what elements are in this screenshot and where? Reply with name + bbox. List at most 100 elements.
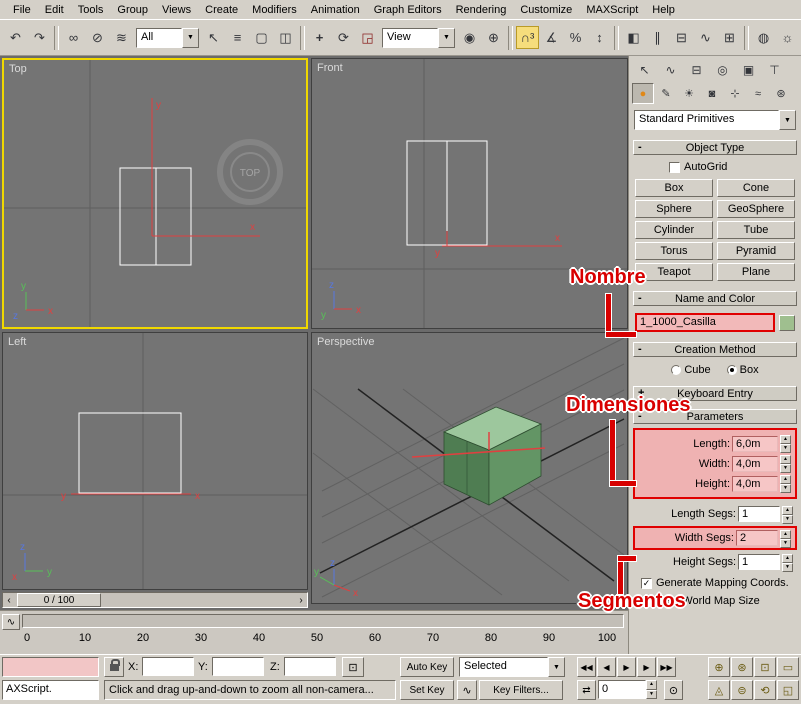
viewport-left[interactable]: y x z y x Left bbox=[2, 332, 308, 590]
select-object-icon[interactable]: ↖ bbox=[202, 26, 225, 49]
new-key-tangent-icon[interactable]: ∿ bbox=[457, 680, 477, 700]
maxscript-listener[interactable]: AXScript. bbox=[2, 680, 99, 700]
time-slider-prev-icon[interactable]: ‹ bbox=[3, 593, 15, 607]
category-cameras-icon[interactable]: ◙ bbox=[701, 83, 723, 104]
category-systems-icon[interactable]: ⊛ bbox=[770, 83, 792, 104]
length-spinner[interactable]: ▲▼ bbox=[780, 435, 791, 452]
angle-snap-toggle-icon[interactable]: ∡ bbox=[540, 26, 563, 49]
selection-lock-button[interactable] bbox=[104, 657, 124, 677]
height-input[interactable]: 4,0m bbox=[732, 476, 778, 492]
redo-icon[interactable]: ↷ bbox=[28, 26, 51, 49]
minmax-toggle-icon[interactable]: ◱ bbox=[777, 680, 799, 700]
width-segs-spinner[interactable]: ▲▼ bbox=[780, 530, 791, 547]
radio-cube[interactable] bbox=[671, 365, 681, 375]
time-configuration-icon[interactable]: ⊙ bbox=[664, 680, 683, 700]
width-input[interactable]: 4,0m bbox=[732, 456, 778, 472]
chevron-down-icon[interactable]: ▼ bbox=[779, 110, 796, 130]
selection-filter-dropdown[interactable]: All ▼ bbox=[136, 28, 199, 48]
sphere-button[interactable]: Sphere bbox=[635, 200, 713, 218]
unlink-selection-icon[interactable]: ⊘ bbox=[86, 26, 109, 49]
select-by-name-icon[interactable]: ≡ bbox=[226, 26, 249, 49]
tab-hierarchy-icon[interactable]: ⊟ bbox=[684, 59, 709, 81]
creation-method-cube[interactable]: Cube bbox=[671, 364, 710, 376]
align-icon[interactable]: ∥ bbox=[646, 26, 669, 49]
tab-motion-icon[interactable]: ◎ bbox=[710, 59, 735, 81]
rollout-toggle[interactable]: - bbox=[638, 141, 642, 153]
box-wireframe-top[interactable] bbox=[120, 168, 191, 265]
left-viewport-canvas[interactable]: y x z y x bbox=[3, 333, 307, 589]
pan-icon[interactable]: ⊜ bbox=[731, 680, 753, 700]
category-geometry-icon[interactable]: ● bbox=[632, 83, 654, 104]
autogrid-checkbox[interactable] bbox=[669, 162, 680, 173]
rollout-name-and-color[interactable]: - Name and Color bbox=[633, 291, 797, 306]
geosphere-button[interactable]: GeoSphere bbox=[717, 200, 795, 218]
bind-to-space-warp-icon[interactable]: ≋ bbox=[110, 26, 133, 49]
zoom-icon[interactable]: ⊕ bbox=[708, 657, 730, 677]
percent-snap-toggle-icon[interactable]: % bbox=[564, 26, 587, 49]
go-to-start-button[interactable]: ◀◀ bbox=[577, 657, 596, 677]
height-segs-spinner[interactable]: ▲▼ bbox=[782, 554, 793, 571]
axis-gizmo[interactable]: y x bbox=[152, 98, 260, 236]
zoom-all-icon[interactable]: ⊛ bbox=[731, 657, 753, 677]
layer-manager-icon[interactable]: ⊟ bbox=[670, 26, 693, 49]
next-frame-button[interactable]: ▶ bbox=[637, 657, 656, 677]
box-wireframe-front[interactable] bbox=[407, 141, 487, 245]
key-mode-toggle-icon[interactable]: ⇄ bbox=[577, 680, 596, 700]
viewport-label-front[interactable]: Front bbox=[317, 62, 343, 74]
select-and-move-icon[interactable]: + bbox=[308, 26, 331, 49]
pyramid-button[interactable]: Pyramid bbox=[717, 242, 795, 260]
rollout-toggle[interactable]: - bbox=[638, 343, 642, 355]
macro-recorder-box[interactable] bbox=[2, 657, 99, 677]
viewport-top[interactable]: y x TOP y x z Top bbox=[2, 58, 308, 329]
viewport-label-perspective[interactable]: Perspective bbox=[317, 336, 374, 348]
track-bar[interactable]: ∿ 0 10 20 30 40 50 60 70 80 90 100 bbox=[0, 610, 628, 654]
radio-box[interactable] bbox=[727, 365, 737, 375]
arc-rotate-icon[interactable]: ⟲ bbox=[754, 680, 776, 700]
time-slider-track[interactable] bbox=[101, 593, 295, 607]
primitive-type-dropdown[interactable]: Standard Primitives ▼ bbox=[634, 110, 796, 130]
rollout-toggle[interactable]: - bbox=[638, 292, 642, 304]
frame-spinner[interactable]: ▲▼ bbox=[646, 680, 657, 699]
length-segs-spinner[interactable]: ▲▼ bbox=[782, 506, 793, 523]
menu-tools[interactable]: Tools bbox=[71, 2, 111, 18]
window-crossing-toggle-icon[interactable]: ◫ bbox=[274, 26, 297, 49]
undo-icon[interactable]: ↶ bbox=[4, 26, 27, 49]
menu-graph-editors[interactable]: Graph Editors bbox=[367, 2, 449, 18]
menu-views[interactable]: Views bbox=[155, 2, 198, 18]
menu-file[interactable]: File bbox=[6, 2, 38, 18]
length-segs-input[interactable]: 1 bbox=[738, 506, 780, 522]
viewport-label-left[interactable]: Left bbox=[8, 336, 26, 348]
set-key-button[interactable]: Set Key bbox=[400, 680, 454, 700]
schematic-view-icon[interactable]: ⊞ bbox=[718, 26, 741, 49]
track-bar-strip[interactable] bbox=[22, 614, 624, 628]
material-editor-icon[interactable]: ◍ bbox=[752, 26, 775, 49]
category-shapes-icon[interactable]: ✎ bbox=[655, 83, 677, 104]
tube-button[interactable]: Tube bbox=[717, 221, 795, 239]
key-mode-dropdown[interactable]: Selected ▼ bbox=[459, 657, 565, 677]
menu-edit[interactable]: Edit bbox=[38, 2, 71, 18]
torus-button[interactable]: Torus bbox=[635, 242, 713, 260]
field-of-view-icon[interactable]: ◬ bbox=[708, 680, 730, 700]
menu-customize[interactable]: Customize bbox=[513, 2, 579, 18]
category-spacewarps-icon[interactable]: ≈ bbox=[747, 83, 769, 104]
rollout-object-type[interactable]: - Object Type bbox=[633, 140, 797, 155]
tab-display-icon[interactable]: ▣ bbox=[736, 59, 761, 81]
height-spinner[interactable]: ▲▼ bbox=[780, 475, 791, 492]
category-helpers-icon[interactable]: ⊹ bbox=[724, 83, 746, 104]
generate-mapping-checkbox[interactable]: ✓ bbox=[641, 578, 652, 589]
menu-modifiers[interactable]: Modifiers bbox=[245, 2, 304, 18]
object-name-input[interactable]: 1_1000_Casilla bbox=[635, 313, 775, 332]
teapot-button[interactable]: Teapot bbox=[635, 263, 713, 281]
tab-modify-icon[interactable]: ∿ bbox=[658, 59, 683, 81]
z-coord-input[interactable] bbox=[284, 657, 336, 676]
select-and-link-icon[interactable]: ∞ bbox=[62, 26, 85, 49]
category-lights-icon[interactable]: ☀ bbox=[678, 83, 700, 104]
cone-button[interactable]: Cone bbox=[717, 179, 795, 197]
key-filters-button[interactable]: Key Filters... bbox=[479, 680, 563, 700]
object-color-swatch[interactable] bbox=[779, 315, 795, 331]
chevron-down-icon[interactable]: ▼ bbox=[548, 657, 565, 677]
width-spinner[interactable]: ▲▼ bbox=[780, 455, 791, 472]
menu-maxscript[interactable]: MAXScript bbox=[579, 2, 645, 18]
absolute-offset-toggle-icon[interactable]: ⊡ bbox=[342, 657, 364, 677]
reference-coordinate-system-dropdown[interactable]: View ▼ bbox=[382, 28, 455, 48]
